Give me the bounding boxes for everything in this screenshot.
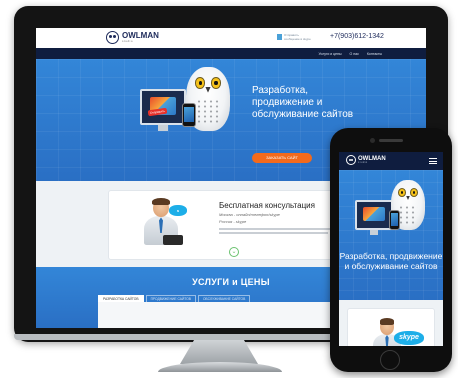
- desk-phone-icon: [163, 235, 183, 245]
- consult-title: Бесплатная консультация: [219, 201, 315, 210]
- phone-hero-banner: Разработка, продвижение и обслуживание с…: [339, 170, 443, 300]
- site-logo[interactable]: OWLMAN studio: [106, 31, 159, 44]
- consult-description: [219, 228, 337, 236]
- owl-logo-icon: [106, 31, 119, 44]
- hamburger-menu-icon[interactable]: [429, 158, 437, 164]
- phone-camera: [370, 138, 375, 143]
- order-site-button[interactable]: ЗАКАЗАТЬ САЙТ: [252, 153, 312, 163]
- tab-panel: [98, 302, 368, 328]
- phone-site-logo[interactable]: OWLMAN studio: [346, 155, 386, 165]
- nav-item-services[interactable]: Услуги и цены: [319, 52, 342, 56]
- hero-title: Разработка, продвижение и обслуживание с…: [252, 85, 354, 120]
- consult-line-moscow: Москва - онлайн/телефон/skype: [219, 212, 280, 217]
- phone-consult-card[interactable]: skype: [347, 308, 435, 346]
- services-tabs: РАЗРАБОТКА САЙТОВ ПРОДВИЖЕНИЕ САЙТОВ ОБС…: [98, 295, 251, 302]
- phone-site-header: OWLMAN studio: [339, 152, 443, 170]
- illustration-monitor-icon: [140, 89, 186, 125]
- phone-logo-sub: studio: [358, 160, 368, 164]
- logo-sub: studio: [122, 39, 134, 43]
- site-nav: Услуги и цены О нас Контакты: [36, 48, 426, 59]
- consult-line-russia: Россия - skype: [219, 219, 247, 224]
- illustration-monitor-icon: [355, 200, 393, 230]
- site-header: OWLMAN studio Отправить сообщение в skyp…: [36, 28, 426, 48]
- nav-item-contacts[interactable]: Контакты: [367, 52, 382, 56]
- tab-development[interactable]: РАЗРАБОТКА САЙТОВ: [98, 295, 144, 302]
- illustration-monitor-stand: [158, 125, 168, 131]
- consult-card[interactable]: s Бесплатная консультация Москва - онлай…: [108, 190, 358, 260]
- tab-maintenance[interactable]: ОБСЛУЖИВАНИЕ САЙТОВ: [197, 295, 251, 302]
- contact-note[interactable]: Отправить сообщение в skype: [277, 33, 314, 42]
- chevron-down-icon[interactable]: ⌄: [229, 247, 239, 257]
- phone-screen: OWLMAN studio Разработка, продвижение и …: [339, 152, 443, 346]
- phone-home-button[interactable]: [380, 350, 400, 370]
- header-phone[interactable]: +7(903)612-1342: [330, 33, 384, 40]
- illustration-phone-icon: [182, 103, 196, 127]
- nav-item-about[interactable]: О нас: [350, 52, 359, 56]
- skype-icon: s: [169, 205, 187, 216]
- phone-hero-title: Разработка, продвижение и обслуживание с…: [339, 251, 443, 271]
- phone-frame: OWLMAN studio Разработка, продвижение и …: [330, 128, 452, 372]
- illustration-monitor-stand: [370, 230, 378, 235]
- monitor-base: [158, 362, 282, 372]
- owl-logo-icon: [346, 155, 356, 165]
- monitor-stand: [180, 340, 258, 364]
- phone-speaker: [379, 139, 403, 142]
- illustration-phone-icon: [389, 210, 400, 230]
- tab-promotion[interactable]: ПРОДВИЖЕНИЕ САЙТОВ: [145, 295, 196, 302]
- skype-icon: skype: [394, 331, 424, 345]
